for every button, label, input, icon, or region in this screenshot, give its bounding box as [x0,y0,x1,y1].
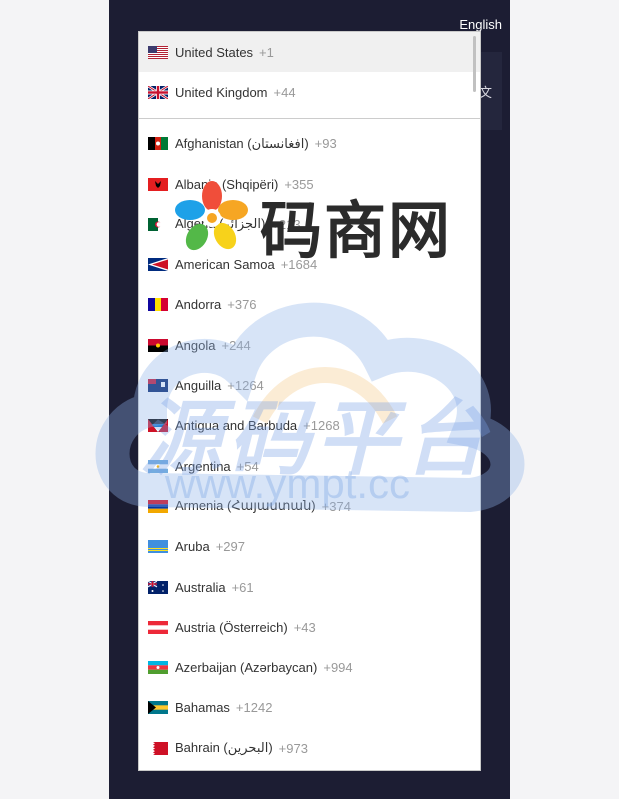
country-option-afghanistan[interactable]: Afghanistan (‫افغانستان‬‎) +93 [139,124,480,164]
country-option-argentina[interactable]: Argentina +54 [139,446,480,486]
country-name: Antigua and Barbuda [175,418,298,434]
dial-code: +44 [273,84,296,100]
dial-code: +1268 [303,418,340,434]
dial-code: +973 [278,740,308,756]
dial-code: +355 [284,176,314,192]
au-flag-icon [148,580,168,594]
country-name: Albania (Shqipëri) [175,176,279,192]
country-name: Algeria (‫الجزائر‬‎) [175,216,266,232]
am-flag-icon [148,499,168,513]
country-dropdown[interactable]: United States +1 United Kingdom +44 Afgh… [138,31,481,771]
country-option-australia[interactable]: Australia +61 [139,567,480,607]
dial-code: +61 [231,579,254,595]
country-name: Andorra [175,297,222,313]
ad-flag-icon [148,298,168,312]
country-option-austria[interactable]: Austria (Österreich) +43 [139,607,480,647]
af-flag-icon [148,137,168,151]
dial-code: +1 [259,44,274,60]
az-flag-icon [148,661,168,675]
country-option-united-states[interactable]: United States +1 [139,32,480,73]
country-option-algeria[interactable]: Algeria (‫الجزائر‬‎) +213 [139,204,480,244]
as-flag-icon [148,258,168,272]
dial-code: +1264 [227,378,264,394]
al-flag-icon [148,177,168,191]
country-option-antigua-and-barbuda[interactable]: Antigua and Barbuda +1268 [139,406,480,446]
country-list: Afghanistan (‫افغانستان‬‎) +93 Albania (… [139,124,480,769]
dial-code: +43 [293,619,316,635]
country-name: Anguilla [175,378,222,394]
dial-code: +244 [221,337,251,353]
bh-flag-icon [148,741,168,755]
country-option-angola[interactable]: Angola +244 [139,325,480,365]
country-option-american-samoa[interactable]: American Samoa +1684 [139,244,480,284]
preferred-country-list: United States +1 United Kingdom +44 [139,32,480,113]
dial-code: +1684 [280,257,318,273]
country-name: Austria (Österreich) [175,619,288,635]
country-option-andorra[interactable]: Andorra +376 [139,285,480,325]
country-name: Australia [175,579,226,595]
country-name: United States [175,44,254,60]
country-name: Argentina [175,458,231,474]
gb-flag-icon [148,85,168,99]
ar-flag-icon [148,459,168,473]
dial-code: +213 [271,216,301,232]
country-option-albania[interactable]: Albania (Shqipëri) +355 [139,164,480,204]
country-option-united-kingdom[interactable]: United Kingdom +44 [139,72,480,112]
country-option-armenia[interactable]: Armenia (Հայաստան) +374 [139,486,480,526]
country-name: Azerbaijan (Azərbaycan) [175,660,318,676]
dial-code: +374 [321,498,351,514]
list-divider [139,117,480,119]
dial-code: +376 [227,297,257,313]
country-name: Bahamas [175,700,230,716]
dropdown-scrollbar[interactable] [473,36,476,92]
app-screen: English 文 United States +1 United Kingdo… [109,0,510,799]
dial-code: +994 [323,660,353,676]
ao-flag-icon [148,338,168,352]
country-name: Afghanistan (‫افغانستان‬‎) [175,135,309,151]
dial-code: +54 [236,458,259,474]
country-name: United Kingdom [175,84,268,100]
country-name: Armenia (Հայաստան) [175,498,316,514]
country-option-aruba[interactable]: Aruba +297 [139,527,480,567]
dial-code: +1242 [235,700,273,716]
country-option-bahamas[interactable]: Bahamas +1242 [139,688,480,728]
bs-flag-icon [148,701,168,715]
language-selector[interactable]: English [459,17,502,32]
dz-flag-icon [148,217,168,231]
country-name: Angola [175,337,216,353]
dial-code: +297 [215,539,245,555]
dial-code: +93 [314,136,337,152]
country-option-anguilla[interactable]: Anguilla +1264 [139,365,480,405]
country-option-azerbaijan[interactable]: Azerbaijan (Azərbaycan) +994 [139,647,480,687]
country-name: Aruba [175,539,210,555]
country-name: American Samoa [175,257,275,273]
us-flag-icon [148,45,168,59]
at-flag-icon [148,620,168,634]
aw-flag-icon [148,540,168,554]
ai-flag-icon [148,379,168,393]
country-option-bahrain[interactable]: Bahrain (‫البحرين‬‎) +973 [139,728,480,768]
country-name: Bahrain (‫البحرين‬‎) [175,740,273,756]
ag-flag-icon [148,419,168,433]
